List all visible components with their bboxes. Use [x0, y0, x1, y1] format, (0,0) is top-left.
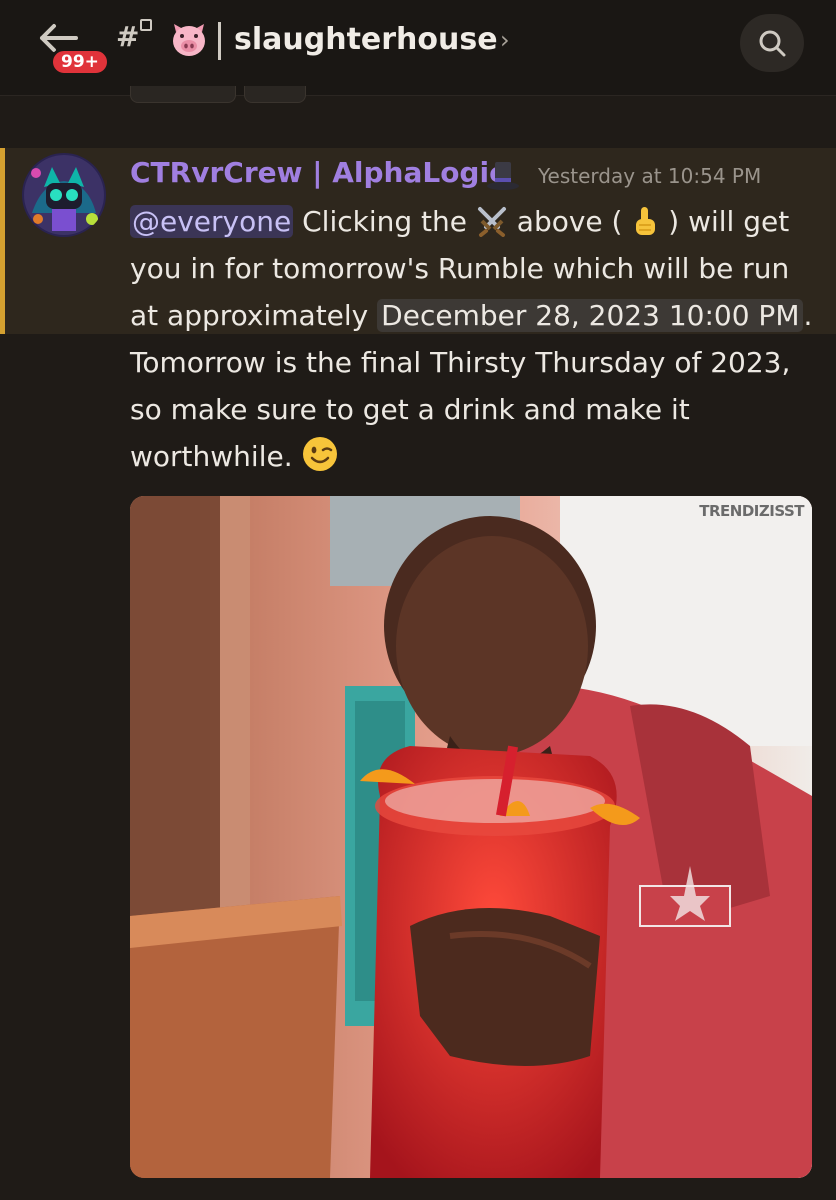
pointing-up-icon: [636, 207, 656, 235]
message-line: so make sure to get a drink and make it: [130, 393, 690, 426]
title-divider: [218, 22, 221, 60]
message-text: ) will get: [659, 205, 790, 238]
message-text: .: [803, 299, 813, 332]
chevron-right-icon[interactable]: ›: [500, 26, 510, 54]
reaction-pill[interactable]: [244, 86, 306, 103]
top-hat-icon: [487, 162, 519, 190]
reaction-pill[interactable]: [130, 86, 236, 103]
timestamp-chip[interactable]: December 28, 2023 10:00 PM: [377, 299, 804, 332]
gif-image: [130, 496, 812, 1178]
message-timestamp: Yesterday at 10:54 PM: [538, 164, 762, 188]
message-line: Tomorrow is the final Thirsty Thursday o…: [130, 346, 791, 379]
unread-badge: 99+: [50, 48, 110, 76]
author-name[interactable]: CTRvrCrew | AlphaLogic: [130, 156, 506, 189]
message-content: @everyone Clicking the above ( ) will ge…: [130, 198, 813, 480]
message-text: above (: [507, 205, 632, 238]
message-text: Clicking the: [293, 205, 476, 238]
pig-face-emoji: [173, 24, 205, 56]
everyone-mention[interactable]: @everyone: [130, 205, 294, 238]
message-line: at approximately December 28, 2023 10:00…: [130, 292, 813, 339]
channel-name[interactable]: slaughterhouse: [234, 22, 498, 57]
search-icon: [759, 30, 786, 57]
gif-attachment[interactable]: TRENDIZISST: [130, 496, 812, 1178]
channel-header: 99+ # slaughterhouse ›: [0, 0, 836, 96]
message-text: worthwhile.: [130, 440, 302, 473]
winking-face-icon: [302, 437, 337, 471]
message-line: @everyone Clicking the above ( ) will ge…: [130, 198, 810, 245]
message-line: you in for tomorrow's Rumble which will …: [130, 252, 790, 285]
search-button[interactable]: [740, 14, 804, 72]
lock-icon: [140, 19, 152, 31]
message-line: worthwhile.: [130, 433, 810, 480]
avatar[interactable]: [22, 153, 106, 237]
message-text: at approximately: [130, 299, 378, 332]
gif-watermark: TRENDIZISST: [699, 502, 804, 520]
crossed-swords-icon: [477, 207, 506, 237]
hashtag-icon: #: [116, 20, 140, 53]
